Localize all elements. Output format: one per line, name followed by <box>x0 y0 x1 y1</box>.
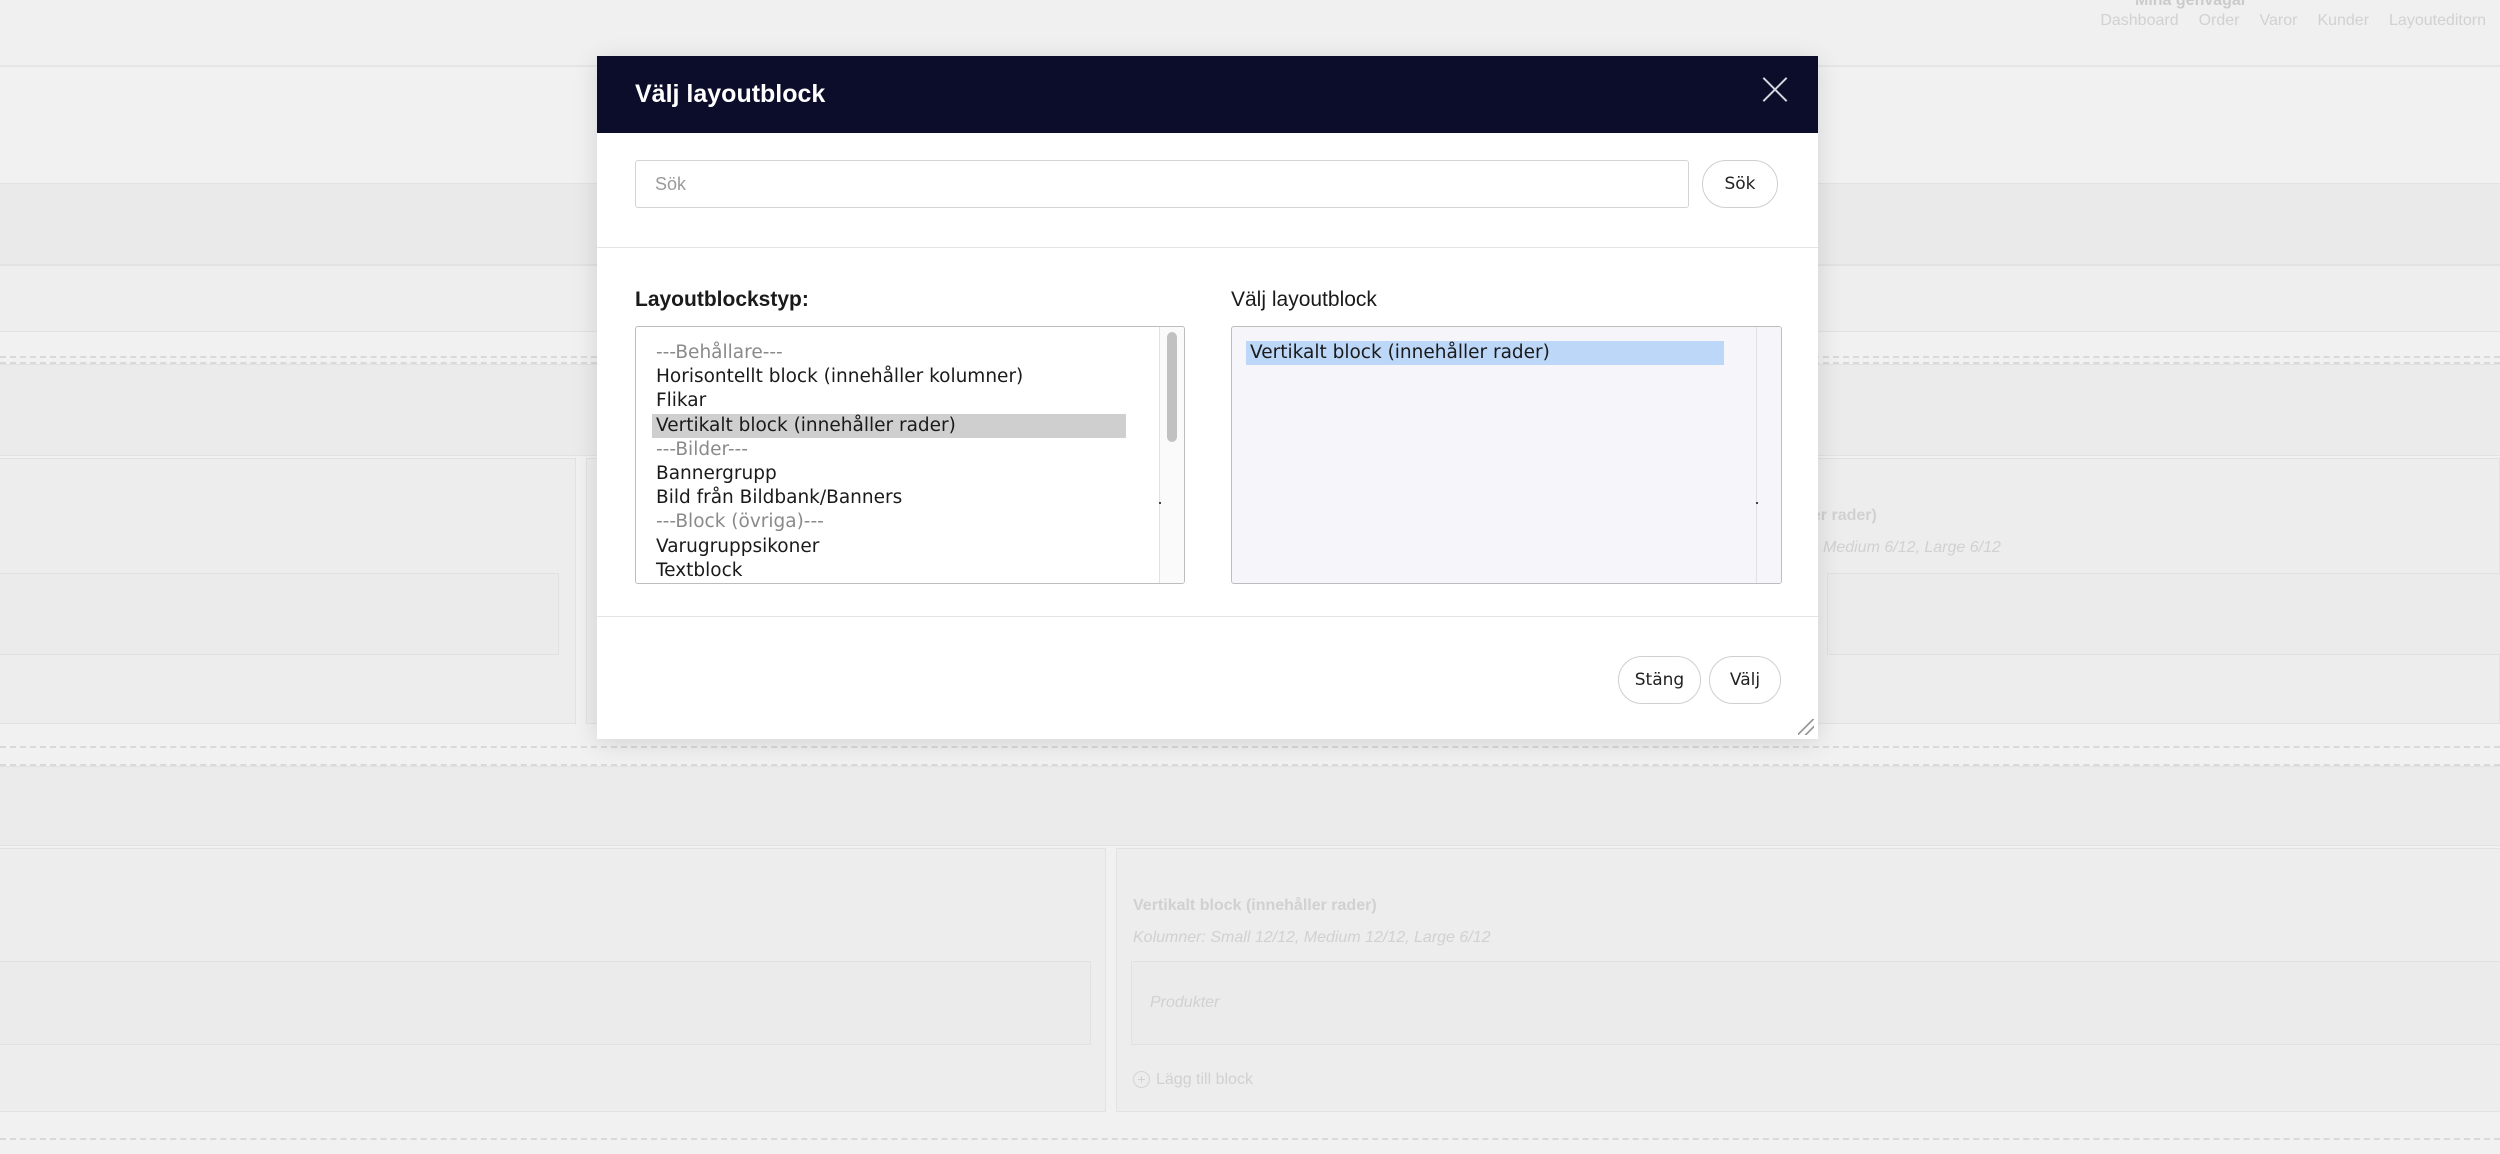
search-button[interactable]: Sök <box>1702 160 1778 208</box>
close-button[interactable]: Stäng <box>1618 656 1701 704</box>
list-option-group: ---Behållare--- <box>656 342 783 363</box>
list-option[interactable]: Varugruppsikoner <box>654 535 819 559</box>
list-option-group: ---Bilder--- <box>656 439 748 460</box>
scrollbar-thumb[interactable] <box>1167 332 1177 442</box>
list-option[interactable]: Bild från Bildbank/Banners <box>654 486 902 510</box>
dialog-title: Välj layoutblock <box>635 80 826 108</box>
list-option-selected[interactable]: Vertikalt block (innehåller rader) <box>652 414 1126 438</box>
list-option[interactable]: Textblock <box>654 559 743 583</box>
dialog-header: Välj layoutblock <box>597 56 1818 133</box>
search-row: Sök <box>635 160 1782 208</box>
choose-layoutblock-label: Välj layoutblock <box>1231 288 1377 311</box>
scroll-marker <box>1159 502 1161 504</box>
close-icon[interactable] <box>1756 70 1794 108</box>
search-input[interactable] <box>635 160 1689 208</box>
list-scrollbar[interactable] <box>1159 327 1184 583</box>
divider <box>597 247 1818 248</box>
list-option-group: ---Block (övriga)--- <box>656 511 824 532</box>
list-option-selected[interactable]: Vertikalt block (innehåller rader) <box>1246 341 1724 365</box>
list-scrollbar[interactable] <box>1756 327 1781 583</box>
scroll-marker <box>1756 502 1758 504</box>
list-option[interactable]: Horisontellt block (innehåller kolumner) <box>654 365 1023 389</box>
choose-layoutblock-dialog: Välj layoutblock Sök Layoutblockstyp: --… <box>597 56 1818 739</box>
divider <box>597 616 1818 617</box>
list-option[interactable]: Bannergrupp <box>654 462 777 486</box>
list-option[interactable]: Flikar <box>654 389 706 413</box>
layoutblock-type-list[interactable]: ---Behållare--- Horisontellt block (inne… <box>635 326 1185 584</box>
layoutblock-list[interactable]: Vertikalt block (innehåller rader) <box>1231 326 1782 584</box>
choose-button[interactable]: Välj <box>1709 656 1781 704</box>
resize-handle-icon[interactable] <box>1798 719 1814 735</box>
layoutblock-type-label: Layoutblockstyp: <box>635 288 809 311</box>
